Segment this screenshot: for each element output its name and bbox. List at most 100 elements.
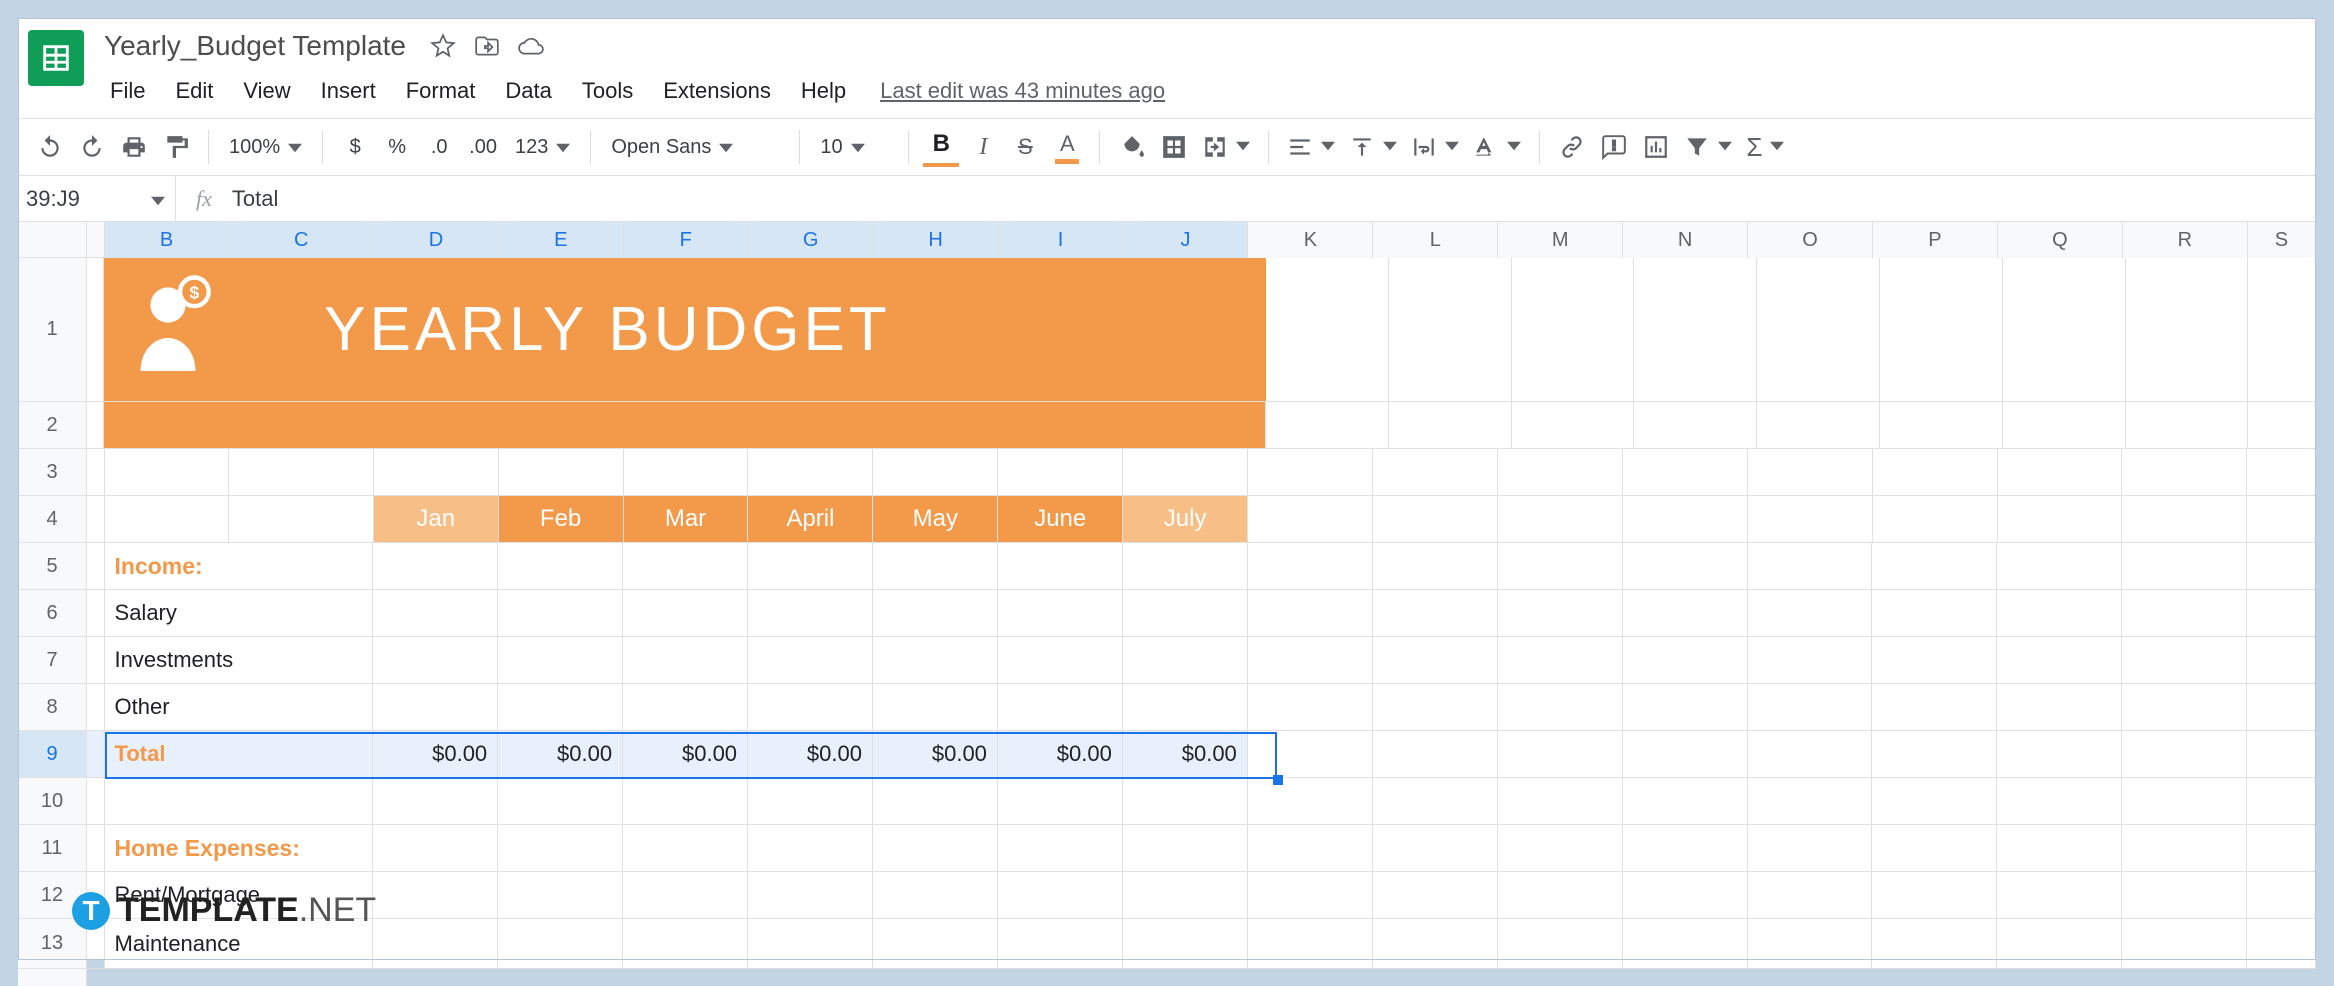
- formula-input[interactable]: Total: [232, 186, 2316, 212]
- row-header[interactable]: 6: [18, 590, 86, 637]
- column-header[interactable]: M: [1498, 222, 1623, 258]
- document-title[interactable]: Yearly_Budget Template: [98, 26, 412, 66]
- column-header[interactable]: H: [874, 222, 999, 258]
- selection-handle[interactable]: [1273, 775, 1283, 785]
- column-header[interactable]: L: [1373, 222, 1498, 258]
- functions-button[interactable]: Σ: [1742, 127, 1788, 167]
- table-row-total: Total $0.00 $0.00 $0.00 $0.00 $0.00 $0.0…: [87, 731, 2316, 778]
- increase-decimals-button[interactable]: .00: [463, 127, 503, 167]
- table-row: [87, 778, 2316, 825]
- menubar: File Edit View Insert Format Data Tools …: [98, 74, 1165, 108]
- text-color-button[interactable]: A: [1049, 127, 1085, 167]
- paint-format-icon[interactable]: [158, 127, 194, 167]
- watermark-suffix: .NET: [299, 891, 376, 929]
- menu-view[interactable]: View: [231, 74, 302, 108]
- table-row: Maintenance: [87, 919, 2316, 969]
- decrease-decimals-button[interactable]: .0: [421, 127, 457, 167]
- strikethrough-button[interactable]: S: [1007, 127, 1043, 167]
- column-header[interactable]: K: [1248, 222, 1373, 258]
- toolbar: 100% $ % .0 .00 123 Open Sans 10 B I S A…: [18, 118, 2316, 176]
- merge-cells-button[interactable]: [1198, 127, 1254, 167]
- fill-color-button[interactable]: [1114, 127, 1150, 167]
- column-header[interactable]: C: [230, 222, 374, 258]
- total-value: $0.00: [1123, 731, 1248, 778]
- menu-file[interactable]: File: [98, 74, 157, 108]
- menu-help[interactable]: Help: [789, 74, 858, 108]
- column-header[interactable]: N: [1623, 222, 1748, 258]
- total-label: Total: [105, 731, 374, 778]
- income-item: Salary: [105, 590, 374, 637]
- month-header: Feb: [499, 496, 624, 543]
- table-row: Income:: [87, 543, 2316, 590]
- borders-button[interactable]: [1156, 127, 1192, 167]
- row-header[interactable]: 11: [18, 825, 86, 872]
- total-value: $0.00: [873, 731, 998, 778]
- select-all-corner[interactable]: [18, 222, 86, 258]
- column-header[interactable]: R: [2123, 222, 2248, 258]
- currency-format-button[interactable]: $: [337, 127, 373, 167]
- menu-extensions[interactable]: Extensions: [651, 74, 783, 108]
- column-header[interactable]: Q: [1998, 222, 2123, 258]
- table-row: Salary: [87, 590, 2316, 637]
- section-home-label: Home Expenses:: [105, 825, 374, 872]
- insert-link-icon[interactable]: [1554, 127, 1590, 167]
- row-header[interactable]: 4: [18, 496, 86, 543]
- font-dropdown[interactable]: Open Sans: [605, 136, 785, 159]
- column-header[interactable]: E: [499, 222, 624, 258]
- name-box[interactable]: 39:J9: [18, 176, 176, 221]
- formula-bar-row: 39:J9 fx Total: [18, 176, 2316, 222]
- insert-comment-icon[interactable]: [1596, 127, 1632, 167]
- column-header[interactable]: J: [1123, 222, 1248, 258]
- italic-button[interactable]: I: [965, 127, 1001, 167]
- undo-icon[interactable]: [32, 127, 68, 167]
- font-size-dropdown[interactable]: 10: [814, 136, 894, 159]
- number-format-dropdown[interactable]: 123: [509, 136, 576, 159]
- zoom-dropdown[interactable]: 100%: [223, 136, 308, 159]
- sheet-body[interactable]: B C D E F G H I J K L M N O P Q R S: [87, 222, 2316, 986]
- svg-text:$: $: [190, 282, 200, 302]
- menu-edit[interactable]: Edit: [163, 74, 225, 108]
- print-icon[interactable]: [116, 127, 152, 167]
- percent-format-button[interactable]: %: [379, 127, 415, 167]
- redo-icon[interactable]: [74, 127, 110, 167]
- filter-button[interactable]: [1680, 127, 1736, 167]
- column-header[interactable]: O: [1748, 222, 1873, 258]
- row-header[interactable]: 1: [18, 258, 86, 402]
- month-header: May: [873, 496, 998, 543]
- row-header[interactable]: 3: [18, 449, 86, 496]
- menu-tools[interactable]: Tools: [570, 74, 645, 108]
- vertical-align-button[interactable]: [1345, 127, 1401, 167]
- sheets-logo-icon[interactable]: [28, 30, 84, 86]
- text-rotation-button[interactable]: [1469, 127, 1525, 167]
- horizontal-align-button[interactable]: [1283, 127, 1339, 167]
- menu-insert[interactable]: Insert: [309, 74, 388, 108]
- row-header[interactable]: 7: [18, 637, 86, 684]
- move-icon[interactable]: [474, 33, 500, 59]
- spreadsheet-grid[interactable]: 1 2 3 4 5 6 7 8 9 10 11 12 13 B C D E F …: [18, 222, 2316, 986]
- row-header[interactable]: 5: [18, 543, 86, 590]
- row-header[interactable]: 10: [18, 778, 86, 825]
- row-header[interactable]: 2: [18, 402, 86, 449]
- bold-button[interactable]: B: [923, 127, 959, 167]
- month-header: Jan: [374, 496, 499, 543]
- last-edit-link[interactable]: Last edit was 43 minutes ago: [880, 78, 1165, 104]
- column-header[interactable]: I: [999, 222, 1124, 258]
- menu-format[interactable]: Format: [394, 74, 488, 108]
- insert-chart-icon[interactable]: [1638, 127, 1674, 167]
- column-header[interactable]: G: [749, 222, 874, 258]
- cloud-status-icon[interactable]: [518, 33, 544, 59]
- column-headers: B C D E F G H I J K L M N O P Q R S: [87, 222, 2316, 258]
- column-header[interactable]: F: [624, 222, 749, 258]
- column-header[interactable]: D: [374, 222, 499, 258]
- titlebar: Yearly_Budget Template File Edit View In…: [18, 18, 2316, 108]
- row-header[interactable]: 8: [18, 684, 86, 731]
- column-header[interactable]: S: [2248, 222, 2316, 258]
- menu-data[interactable]: Data: [493, 74, 563, 108]
- text-wrap-button[interactable]: [1407, 127, 1463, 167]
- table-row: Investments: [87, 637, 2316, 684]
- column-header[interactable]: P: [1873, 222, 1998, 258]
- column-header[interactable]: B: [105, 222, 230, 258]
- watermark: T TEMPLATE.NET: [72, 891, 376, 930]
- star-icon[interactable]: [430, 33, 456, 59]
- row-header[interactable]: 9: [18, 731, 86, 778]
